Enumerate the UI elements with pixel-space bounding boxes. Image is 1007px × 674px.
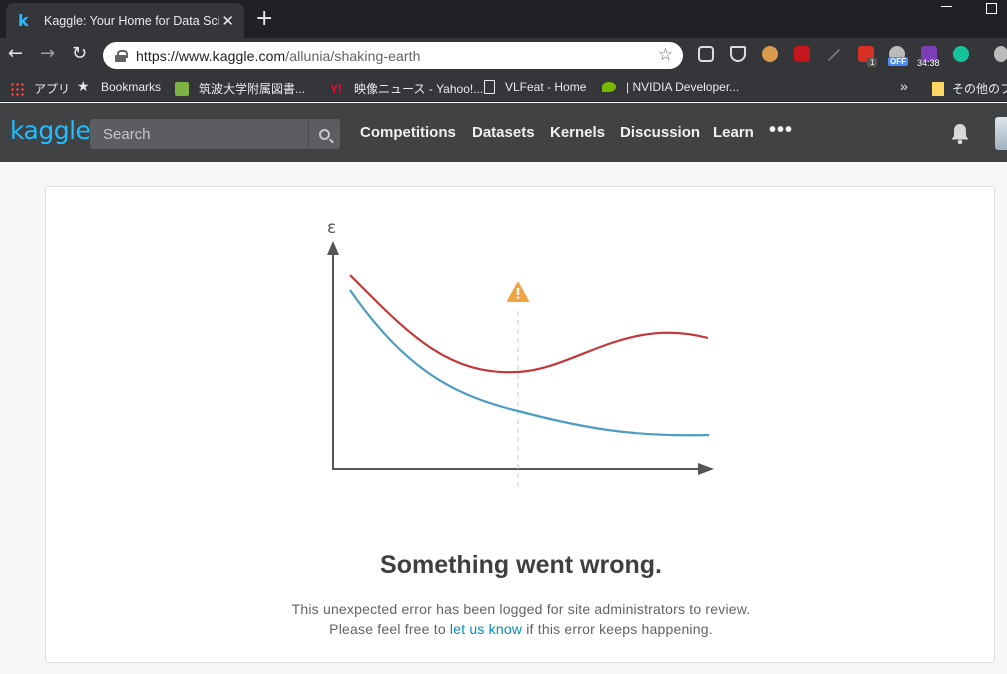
new-tab-icon[interactable]: +	[255, 6, 273, 31]
bookmark-vlfeat[interactable]: VLFeat - Home	[484, 80, 586, 94]
extension-pdf-icon[interactable]	[794, 46, 810, 62]
training-error-curve	[349, 289, 710, 437]
search-box	[90, 119, 340, 149]
kaggle-logo[interactable]: kaggle	[10, 116, 91, 145]
kaggle-header: kaggle Competitions Datasets Kernels Dis…	[0, 103, 1007, 162]
bookmark-yahoo-news[interactable]: Y! 映像ニュース - Yahoo!...	[330, 80, 483, 97]
nav-competitions[interactable]: Competitions	[360, 124, 456, 141]
profile-avatar-icon[interactable]	[994, 46, 1007, 62]
x-axis-arrow-icon	[698, 463, 714, 475]
epsilon-label: ε	[327, 218, 336, 238]
bookmark-bookmarks[interactable]: ★ Bookmarks	[77, 80, 161, 94]
nav-learn[interactable]: Learn	[713, 124, 754, 141]
extension-badge: 1	[867, 58, 878, 67]
extension-timer-text: 34:38	[917, 58, 940, 68]
error-title: Something went wrong.	[380, 551, 662, 579]
browser-toolbar: ← → ↻ https://www.kaggle.com/allunia/sha…	[0, 38, 1007, 72]
window-minimize-icon[interactable]	[941, 6, 952, 7]
forward-arrow-icon[interactable]: →	[40, 43, 55, 64]
let-us-know-link[interactable]: let us know	[450, 621, 522, 637]
tab-close-icon[interactable]: ✕	[221, 12, 234, 30]
search-button[interactable]	[308, 119, 340, 149]
extension-off-badge: OFF	[888, 57, 908, 66]
bookmark-other[interactable]: その他のブ	[932, 80, 1007, 97]
validation-error-curve	[349, 274, 709, 374]
bookmarks-overflow[interactable]: »	[900, 78, 908, 94]
kaggle-favicon-icon: k	[18, 11, 29, 30]
browser-tab-bar: k Kaggle: Your Home for Data Science ✕ +	[0, 0, 1007, 38]
extension-glasses-icon[interactable]	[698, 46, 714, 62]
error-card: ε Something went wrong. This unexpected …	[45, 186, 995, 663]
window-maximize-icon[interactable]	[986, 3, 997, 14]
search-icon	[319, 128, 330, 140]
extension-cookie-icon[interactable]	[762, 46, 778, 62]
nav-kernels[interactable]: Kernels	[550, 124, 605, 141]
search-input[interactable]	[90, 119, 308, 149]
error-illustration: ε	[327, 218, 714, 491]
star-icon: ★	[77, 79, 90, 95]
lock-icon	[115, 49, 128, 62]
error-message-line1: This unexpected error has been logged fo…	[291, 601, 751, 617]
browser-tab[interactable]: k Kaggle: Your Home for Data Science ✕	[6, 3, 244, 38]
extension-shield-icon[interactable]	[730, 46, 746, 62]
reload-icon[interactable]: ↻	[72, 43, 87, 64]
tab-title: Kaggle: Your Home for Data Science	[44, 13, 219, 28]
address-bar[interactable]: https://www.kaggle.com/allunia/shaking-e…	[103, 42, 683, 69]
y-axis-arrow-icon	[327, 241, 339, 255]
bookmark-star-icon[interactable]: ☆	[658, 45, 673, 65]
bookmark-nvidia[interactable]: | NVIDIA Developer...	[602, 80, 739, 94]
extension-grammarly-icon[interactable]	[953, 46, 969, 62]
bookmark-tsukuba-library[interactable]: 筑波大学附属図書...	[175, 80, 305, 97]
bookmarks-bar: アプリ ★ Bookmarks 筑波大学附属図書... Y! 映像ニュース - …	[0, 72, 1007, 102]
folder-icon	[932, 81, 944, 96]
error-message-line2: Please feel free to let us know if this …	[329, 621, 713, 637]
nav-discussion[interactable]: Discussion	[620, 124, 700, 141]
more-menu-icon[interactable]: •••	[769, 119, 793, 142]
apps-grid-icon	[10, 81, 24, 96]
yahoo-icon: Y!	[330, 81, 342, 96]
extension-pen-icon[interactable]	[827, 48, 841, 62]
url-text: https://www.kaggle.com/allunia/shaking-e…	[136, 47, 421, 64]
library-icon	[175, 81, 189, 96]
bookmark-apps[interactable]: アプリ	[10, 80, 70, 97]
nvidia-icon	[602, 82, 616, 92]
notifications-bell-icon[interactable]	[950, 123, 970, 145]
page-icon	[484, 80, 495, 94]
nav-datasets[interactable]: Datasets	[472, 124, 535, 141]
user-avatar[interactable]	[995, 117, 1007, 150]
back-arrow-icon[interactable]: ←	[8, 43, 23, 64]
warning-icon	[507, 282, 529, 302]
